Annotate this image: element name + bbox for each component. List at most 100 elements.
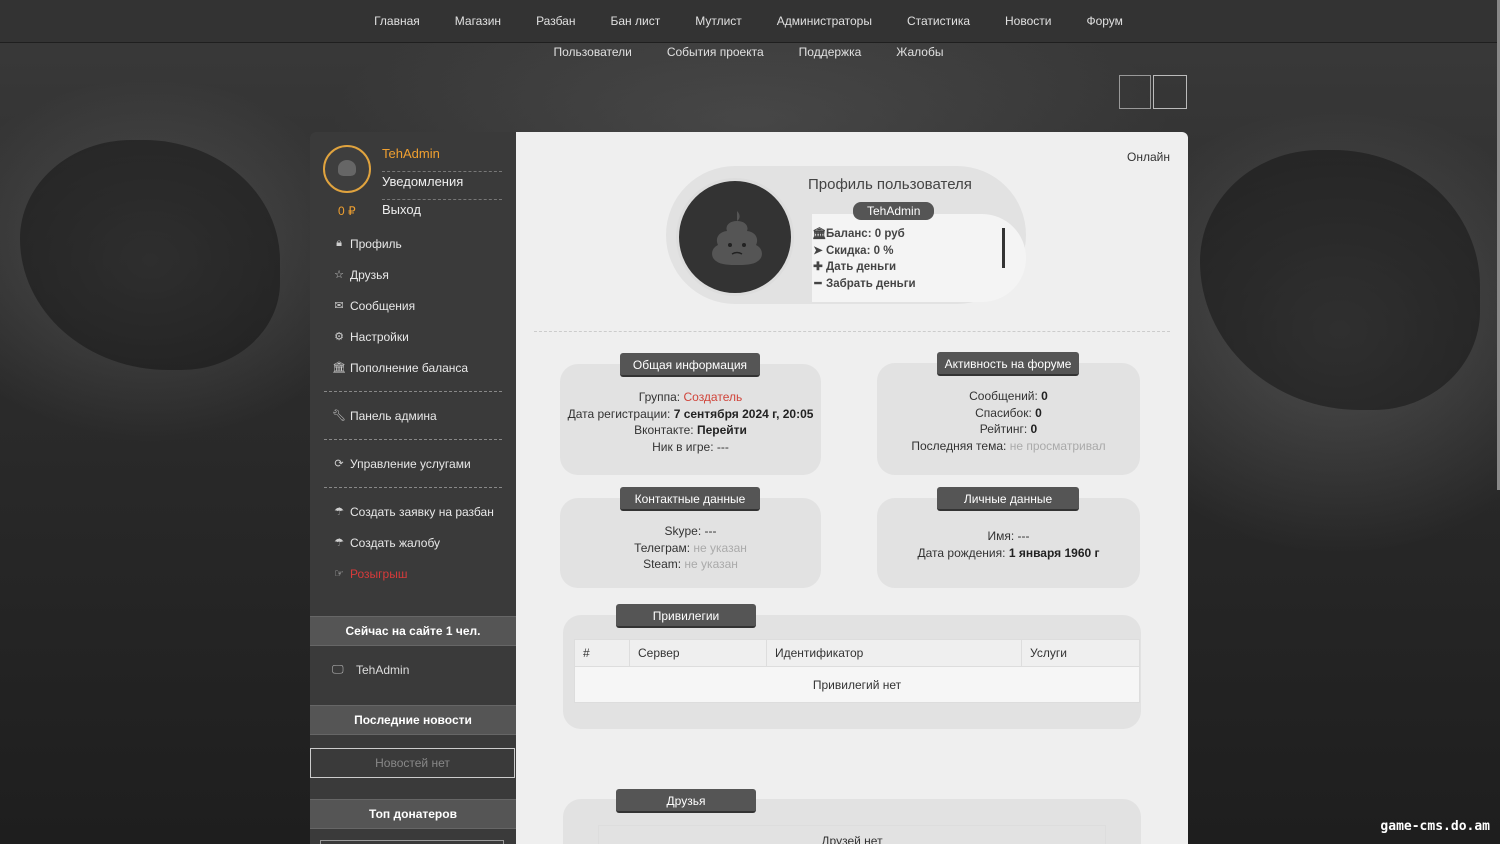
general-info-card: Группа: Создатель Дата регистрации: 7 се…	[560, 364, 821, 475]
sidebar: 0 ₽ TehAdmin Уведомления Выход 🔒︎ Профиль…	[310, 132, 516, 844]
user-avatar[interactable]	[323, 145, 371, 193]
nav-forum[interactable]: Форум	[1069, 13, 1140, 29]
nav-unban[interactable]: Разбан	[519, 13, 593, 29]
personal-data-card: Имя: --- Дата рождения: 1 января 1960 г	[877, 498, 1140, 588]
user-links: TehAdmin Уведомления Выход	[382, 144, 502, 228]
profile-balance-box: 🏛︎Баланс: 0 руб ➤ Скидка: 0 % ✚ Дать деньг…	[812, 214, 1026, 302]
username-link[interactable]: TehAdmin	[382, 144, 502, 172]
sidebar-item-label: Настройки	[350, 329, 409, 344]
profile-discount: ➤ Скидка: 0 %	[812, 243, 1026, 260]
nav-news[interactable]: Новости	[988, 13, 1069, 29]
birth-row: Дата рождения: 1 января 1960 г	[917, 545, 1100, 560]
umbrella-icon: ☂	[334, 506, 344, 518]
envelope-icon: ✉	[334, 300, 344, 312]
forum-rating-row: Рейтинг: 0	[979, 422, 1038, 436]
group-row: Группа: Создатель	[638, 390, 743, 404]
profile-balance: 🏛︎Баланс: 0 руб	[812, 226, 1026, 243]
name-row: Имя: ---	[987, 529, 1030, 543]
column-header-services: Услуги	[1021, 639, 1140, 667]
nav-support[interactable]: Поддержка	[781, 44, 879, 60]
sidebar-item-unban-request[interactable]: ☂ Создать заявку на разбан	[310, 496, 516, 527]
plus-icon: ✚	[813, 261, 823, 273]
online-user-item[interactable]: 🖵︎ TehAdmin	[332, 662, 409, 677]
forum-last-topic-row: Последняя тема: не просматривал	[911, 438, 1106, 453]
nav-complaints[interactable]: Жалобы	[879, 44, 961, 60]
table-header-row: # Сервер Идентификатор Услуги	[574, 639, 1140, 667]
vk-link[interactable]: Перейти	[697, 423, 747, 437]
sidebar-item-admin-panel[interactable]: 🔧︎ Панель админа	[310, 400, 516, 431]
general-info-title: Общая информация	[620, 353, 760, 377]
refresh-icon: ⟳	[334, 458, 344, 470]
nav-users[interactable]: Пользователи	[536, 44, 649, 60]
background-soldiers-right	[1200, 150, 1480, 410]
sidebar-item-label: Пополнение баланса	[350, 360, 469, 375]
sidebar-item-profile[interactable]: 🔒︎ Профиль	[310, 228, 516, 259]
nav-banlist[interactable]: Бан лист	[593, 13, 678, 29]
sidebar-menu: 🔒︎ Профиль ☆ Друзья ✉ Сообщения ⚙ Настройки …	[310, 228, 516, 589]
nav-row-secondary: Пользователи События проекта Поддержка Ж…	[0, 44, 1497, 60]
nav-mutelist[interactable]: Мутлист	[678, 13, 760, 29]
star-icon: ☆	[334, 269, 344, 281]
user-balance: 0 ₽	[338, 204, 356, 218]
privileges-table: # Сервер Идентификатор Услуги Привилегий…	[574, 639, 1140, 703]
nick-value: ---	[716, 439, 729, 454]
column-header-server: Сервер	[629, 639, 767, 667]
profile-name-badge: TehAdmin	[853, 202, 935, 220]
sidebar-item-complaint[interactable]: ☂ Создать жалобу	[310, 527, 516, 558]
cursor-icon: ➤	[813, 244, 823, 257]
nav-row-primary: Главная Магазин Разбан Бан лист Мутлист …	[0, 13, 1497, 29]
wrench-icon: 🔧︎	[332, 410, 346, 422]
donors-header: Топ донатеров	[310, 799, 516, 829]
nav-project-events[interactable]: События проекта	[649, 44, 781, 60]
top-navigation-bar: Главная Магазин Разбан Бан лист Мутлист …	[0, 0, 1497, 43]
online-status: Онлайн	[1127, 150, 1170, 164]
profile-avatar	[676, 178, 794, 296]
sidebar-item-label: Создать заявку на разбан	[350, 504, 494, 519]
personal-data-title: Личные данные	[937, 487, 1079, 511]
umbrella-icon: ☂	[334, 537, 344, 549]
friends-title: Друзья	[616, 789, 756, 813]
nav-admins[interactable]: Администраторы	[759, 13, 889, 29]
column-header-number: #	[574, 639, 630, 667]
sidebar-item-friends[interactable]: ☆ Друзья	[310, 259, 516, 290]
forum-thanks-row: Спасибок: 0	[975, 405, 1042, 420]
privileges-title: Привилегии	[616, 604, 756, 628]
friends-empty: Друзей нет	[598, 825, 1106, 844]
forum-messages-row: Сообщений: 0	[969, 389, 1048, 403]
language-flag-1[interactable]	[1119, 75, 1151, 109]
bank-icon: 🏛︎	[812, 228, 827, 240]
news-header: Последние новости	[310, 705, 516, 735]
forum-activity-card: Сообщений: 0 Спасибок: 0 Рейтинг: 0 Посл…	[877, 363, 1140, 475]
steam-row: Steam: не указан	[643, 557, 738, 571]
give-money-link[interactable]: ✚ Дать деньги	[812, 259, 1026, 276]
sidebar-item-label: Сообщения	[350, 298, 416, 313]
watermark: game-cms.do.am	[1380, 819, 1490, 834]
column-header-identifier: Идентификатор	[766, 639, 1022, 667]
sidebar-item-settings[interactable]: ⚙ Настройки	[310, 321, 516, 352]
group-value: Создатель	[683, 390, 743, 404]
nav-stats[interactable]: Статистика	[889, 13, 987, 29]
nav-shop[interactable]: Магазин	[437, 13, 518, 29]
notifications-link[interactable]: Уведомления	[382, 172, 502, 200]
sidebar-item-label: Управление услугами	[350, 456, 471, 471]
skype-row: Skype: ---	[664, 524, 717, 538]
background-soldiers-left	[20, 140, 280, 370]
online-header: Сейчас на сайте 1 чел.	[310, 616, 516, 646]
take-money-link[interactable]: ━ Забрать деньги	[812, 276, 1026, 293]
sidebar-item-label: Друзья	[350, 267, 389, 282]
logout-link[interactable]: Выход	[382, 200, 502, 228]
telegram-row: Телеграм: не указан	[634, 540, 747, 555]
privileges-empty: Привилегий нет	[574, 666, 1140, 703]
monitor-icon: 🖵︎	[332, 662, 344, 676]
bank-icon: 🏛︎	[332, 362, 346, 374]
profile-box-scrollbar[interactable]	[1002, 228, 1005, 268]
divider	[534, 331, 1170, 332]
poop-avatar-icon	[712, 211, 762, 265]
language-flag-2[interactable]	[1153, 75, 1187, 109]
hand-pointing-icon: ☞	[334, 568, 344, 580]
sidebar-item-topup[interactable]: 🏛︎ Пополнение баланса	[310, 352, 516, 383]
sidebar-item-services[interactable]: ⟳ Управление услугами	[310, 448, 516, 479]
sidebar-item-raffle[interactable]: ☞ Розыгрыш	[310, 558, 516, 589]
nav-home[interactable]: Главная	[357, 13, 438, 29]
sidebar-item-messages[interactable]: ✉ Сообщения	[310, 290, 516, 321]
